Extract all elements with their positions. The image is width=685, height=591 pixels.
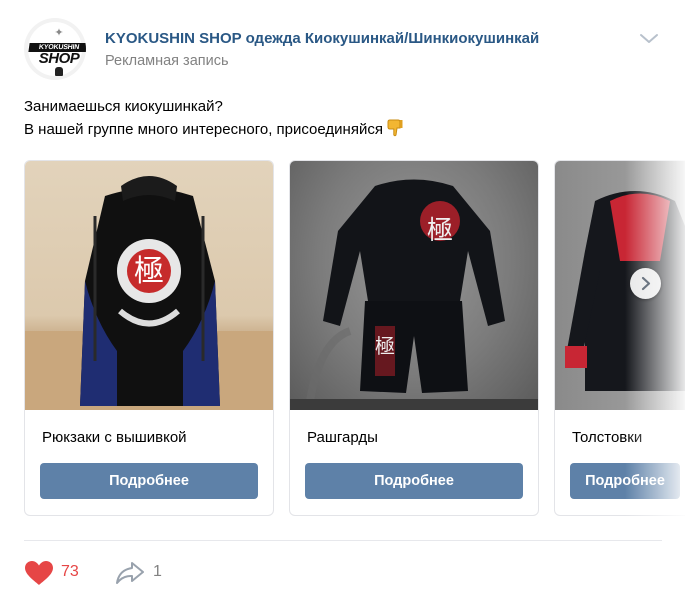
- share-count: 1: [153, 563, 162, 580]
- product-title[interactable]: Рашгарды: [307, 429, 378, 446]
- product-carousel: 極 Рюкзаки с вышивкой Подробнее 極 極 Рашга…: [24, 160, 685, 516]
- group-name-link[interactable]: KYOKUSHIN SHOP одежда Киокушинкай/Шинкио…: [105, 30, 539, 47]
- post-header: ✦ KYOKUSHIN SHOP KYOKUSHIN SHOP одежда К…: [24, 18, 664, 80]
- post-text-line-2: В нашей группе много интересного, присое…: [24, 118, 403, 141]
- post-text-line-1: Занимаешься киокушинкай?: [24, 98, 223, 115]
- svg-text:極: 極: [427, 216, 453, 246]
- ad-label: Рекламная запись: [105, 53, 229, 69]
- backpack-photo[interactable]: 極: [25, 161, 273, 410]
- thumbs-down-emoji-icon: [387, 119, 403, 137]
- group-avatar[interactable]: ✦ KYOKUSHIN SHOP: [24, 18, 86, 80]
- product-title[interactable]: Рюкзаки с вышивкой: [42, 429, 187, 446]
- backpack-image: 極: [25, 176, 273, 410]
- kanji-mark: ✦: [54, 27, 64, 39]
- avatar-logo: ✦ KYOKUSHIN SHOP: [28, 22, 86, 76]
- chevron-right-icon: [641, 276, 651, 291]
- svg-text:極: 極: [375, 334, 395, 358]
- logo-text-bottom: SHOP: [38, 50, 80, 67]
- details-button[interactable]: Подробнее: [40, 463, 258, 499]
- product-card[interactable]: 極 極 Рашгарды Подробнее: [289, 160, 539, 516]
- carousel-next-button[interactable]: [630, 268, 661, 299]
- post-text-line-2-text: В нашей группе много интересного, присое…: [24, 121, 383, 138]
- footer-divider: [24, 540, 662, 541]
- product-card[interactable]: 極 Рюкзаки с вышивкой Подробнее: [24, 160, 274, 516]
- rashguard-photo[interactable]: 極 極: [290, 161, 538, 410]
- carousel-fade: [625, 160, 685, 516]
- post-text: Занимаешься киокушинкай? В нашей группе …: [24, 95, 403, 141]
- rashguard-image: 極 極: [290, 179, 538, 410]
- heart-icon: [25, 561, 53, 585]
- chevron-down-icon[interactable]: [638, 32, 660, 46]
- details-button[interactable]: Подробнее: [305, 463, 523, 499]
- share-arrow-icon: [116, 562, 144, 584]
- like-count: 73: [61, 563, 79, 580]
- svg-text:極: 極: [134, 254, 164, 289]
- fighter-icon: [55, 67, 63, 76]
